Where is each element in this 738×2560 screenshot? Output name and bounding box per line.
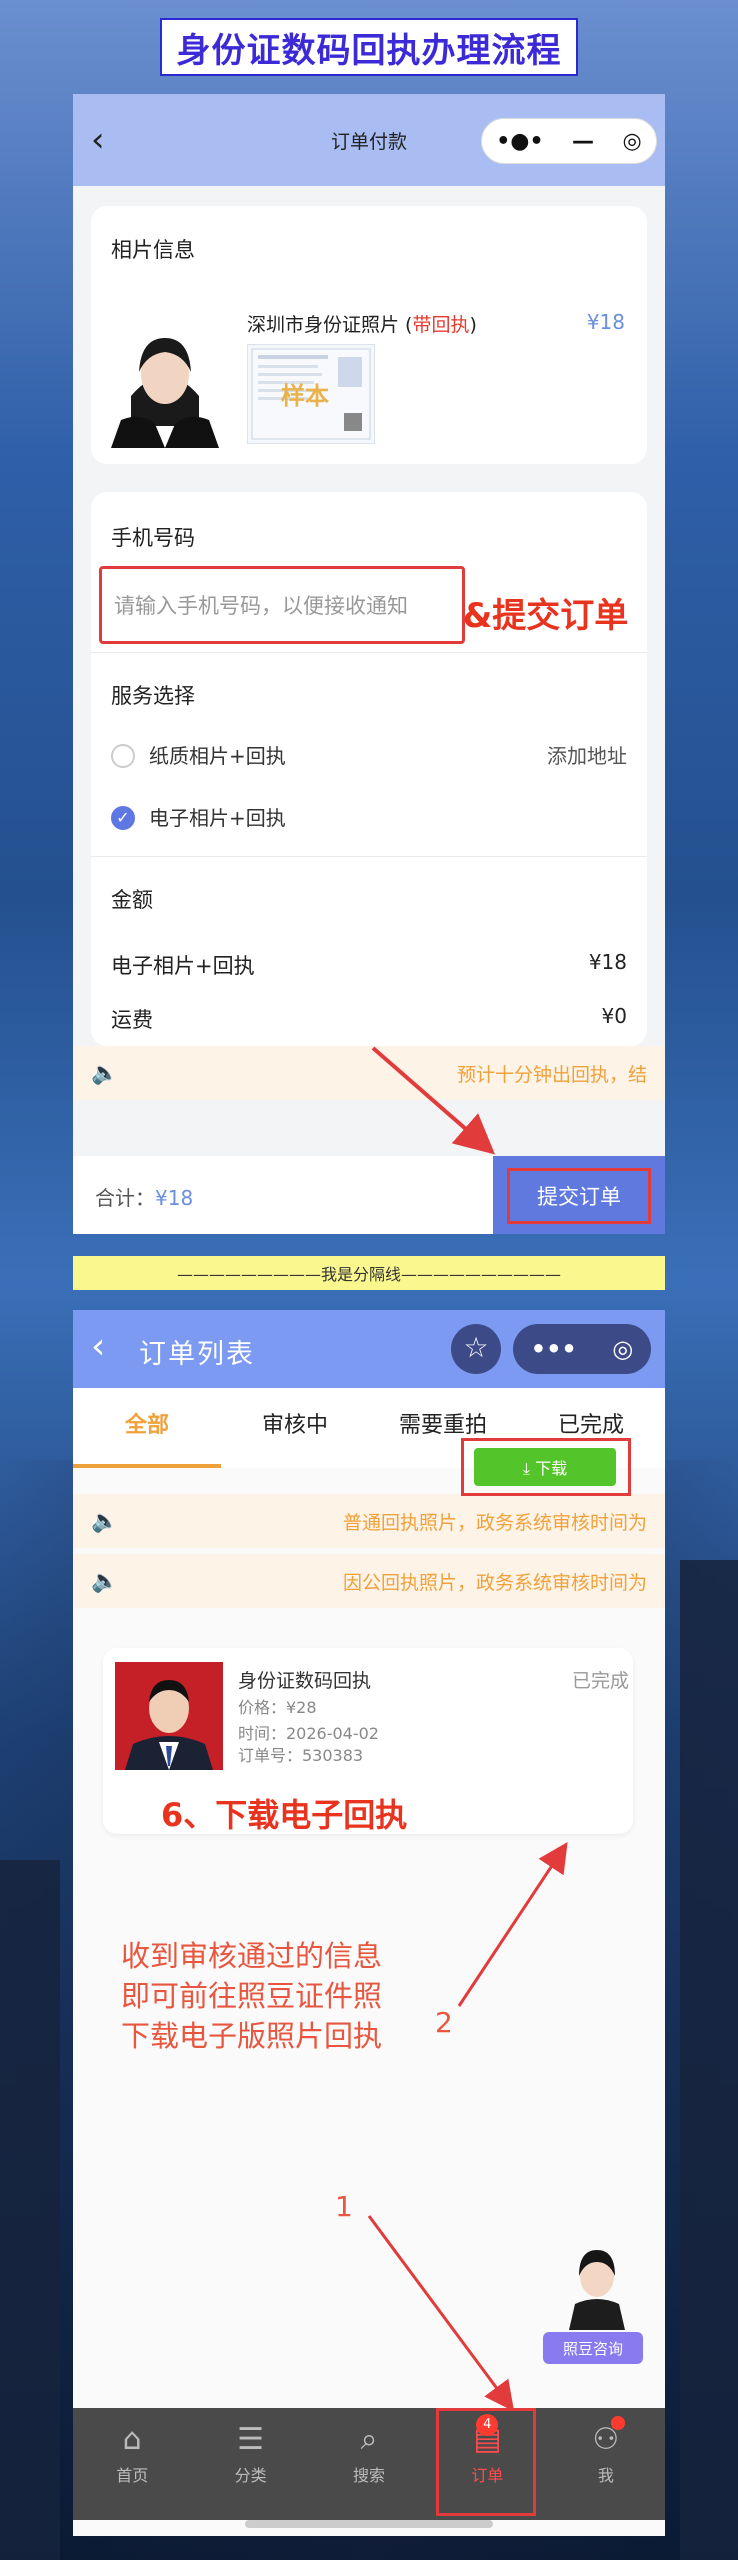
speaker-icon: 🔈 [91,1568,119,1594]
download-button[interactable]: ⤓ 下载 [474,1448,616,1486]
profile-icon: ⚇ [592,2422,620,2457]
shipping-label: 运费 [111,1008,153,1032]
bottom-tabbar: ⌂ 首页 ☰ 分类 ⌕ 搜索 4 ▤ 订单 ⚇ 我 [73,2408,665,2520]
assistant-avatar [561,2240,633,2330]
radio-electronic-checked[interactable]: ✓ [111,806,135,830]
close-icon[interactable]: ◎ [623,129,642,154]
minimize-icon[interactable]: — [572,129,594,154]
notice-text: 预计十分钟出回执，结 [456,1063,647,1086]
tab-home[interactable]: ⌂ 首页 [73,2408,191,2520]
more-icon[interactable]: ••• [531,1335,577,1363]
order-time: 时间：2026-04-02 [238,1724,379,1743]
order-price: 价格：¥28 [238,1698,317,1717]
tab-search[interactable]: ⌕ 搜索 [310,2408,428,2520]
checkout-bottom-bar: 合计：¥18 提交订单 [73,1156,665,1234]
consult-widget[interactable]: 照豆咨询 [543,2240,653,2380]
tab-orders[interactable]: 4 ▤ 订单 [428,2408,546,2520]
product-price: ¥18 [586,310,625,334]
category-icon: ☰ [237,2422,265,2457]
photo-info-card: 相片信息 深圳市身份证照片 (带回执) ¥18 样本 [91,206,647,464]
background-building [680,1560,738,2560]
order-photo [115,1662,223,1770]
search-icon: ⌕ [360,2422,378,2457]
photo-section-title: 相片信息 [111,238,195,262]
receipt-tag: 带回执 [412,314,470,336]
amount-label: 金额 [111,888,153,912]
service-label: 服务选择 [111,684,195,708]
notice-text: 普通回执照片，政务系统审核时间为 [342,1511,647,1534]
page-title: 订单列表 [139,1339,255,1370]
home-icon: ⌂ [122,2422,142,2457]
back-icon[interactable]: ‹ [91,1326,105,1367]
option-paper-label: 纸质相片+回执 [149,744,286,768]
page-banner-title: 身份证数码回执办理流程 [160,18,578,76]
close-icon[interactable]: ◎ [612,1335,633,1363]
order-status: 已完成 [571,1670,629,1692]
hint-text: 收到审核通过的信息 即可前往照豆证件照 下载电子版照片回执 [121,1939,383,2053]
notice-text: 因公回执照片，政务系统审核时间为 [342,1571,647,1594]
tab-all[interactable]: 全部 [73,1388,221,1468]
star-icon[interactable]: ☆ [451,1324,501,1374]
amount-item-value: ¥18 [588,950,627,974]
tab-me[interactable]: ⚇ 我 [547,2408,665,2520]
speaker-icon: 🔈 [91,1060,119,1086]
more-icon[interactable]: •●• [496,129,543,154]
checkout-screen: ‹ 订单付款 •●• — ◎ 相片信息 深圳市身份证照片 (带回执) ¥18 样… [73,94,665,1234]
consult-label: 照豆咨询 [543,2332,643,2364]
tab-category[interactable]: ☰ 分类 [191,2408,309,2520]
notification-dot [610,2416,625,2430]
order-number: 订单号：530383 [238,1746,364,1765]
home-indicator [245,2520,493,2528]
annotation-number-2: 2 [435,2006,453,2039]
miniapp-capsule: •●• — ◎ [481,118,657,164]
step-6-label: 6、下载电子回执 [161,1796,408,1834]
submit-area: 提交订单 [493,1156,665,1234]
separator-label: —————————我是分隔线—————————— [73,1256,665,1290]
back-icon[interactable]: ‹ [91,120,127,160]
add-address-link[interactable]: 添加地址 [547,740,627,769]
portrait-photo [111,316,219,448]
page-title: 订单付款 [330,130,407,153]
notice-bar: 🔈 普通回执照片，政务系统审核时间为 [73,1494,665,1548]
option-electronic-label: 电子相片+回执 [149,806,286,830]
orders-navbar: ‹ 订单列表 ☆ ••• ◎ [73,1310,665,1388]
miniapp-capsule: ••• ◎ [513,1324,651,1374]
tab-reviewing[interactable]: 审核中 [221,1388,369,1468]
shipping-value: ¥0 [601,1004,627,1028]
order-list-screen: ‹ 订单列表 ☆ ••• ◎ 全部 审核中 需要重拍 已完成 🔈 普通回执照片，… [73,1310,665,2536]
total-amount: 合计：¥18 [95,1186,194,1210]
submit-order-button[interactable]: 提交订单 [507,1168,651,1224]
background-building [0,1860,60,2560]
phone-label: 手机号码 [111,526,195,550]
notice-bar: 🔈 预计十分钟出回执，结 [73,1046,665,1100]
phone-input[interactable]: 请输入手机号码，以便接收通知 [99,566,465,644]
product-name: 深圳市身份证照片 (带回执) [247,314,477,336]
radio-paper[interactable] [111,744,135,768]
checkout-navbar: ‹ 订单付款 •●• — ◎ [73,94,665,186]
notice-bar: 🔈 因公回执照片，政务系统审核时间为 [73,1554,665,1608]
order-product-name: 身份证数码回执 [238,1670,372,1692]
sample-stamp: 样本 [281,382,329,410]
amount-item-label: 电子相片+回执 [111,954,255,978]
divider [91,652,647,653]
divider [91,856,647,857]
annotation-number-1: 1 [335,2190,353,2223]
download-highlight: ⤓ 下载 [461,1438,631,1496]
speaker-icon: 🔈 [91,1508,119,1534]
